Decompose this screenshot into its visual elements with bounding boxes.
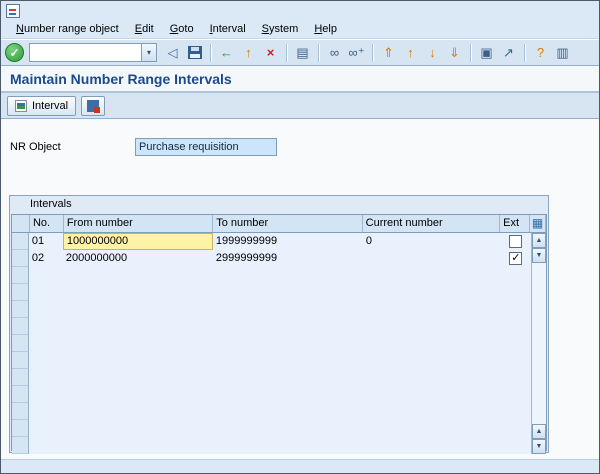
menu-system[interactable]: System	[255, 22, 306, 37]
cell-current-number[interactable]: 0	[363, 233, 501, 250]
system-icon-row	[1, 1, 599, 21]
cell-no[interactable]: 01	[29, 233, 63, 250]
help-icon[interactable]: ?	[530, 42, 551, 63]
ext-checkbox[interactable]	[509, 235, 522, 248]
enter-icon[interactable]: ✓	[5, 43, 24, 62]
standard-toolbar: ✓ ▾ ◁ ← ↑ × ▤ ∞ ∞⁺ ⇑ ↑ ↓ ⇓ ▣ ↗ ? ▥	[1, 39, 599, 66]
table-row: 01 1000000000 1999999999 0	[29, 233, 531, 250]
command-input[interactable]	[30, 44, 141, 61]
intervals-group: Intervals No. From number To number Curr…	[9, 195, 549, 453]
menu-bar: Number range object Edit Goto Interval S…	[1, 21, 599, 39]
last-page-icon[interactable]: ⇓	[444, 42, 465, 63]
header-current-number[interactable]: Current number	[363, 215, 500, 232]
row-selector[interactable]	[12, 437, 29, 454]
create-shortcut-icon[interactable]: ↗	[498, 42, 519, 63]
row-selector[interactable]	[12, 284, 29, 301]
intervals-table: No. From number To number Current number…	[11, 214, 547, 451]
row-selector[interactable]	[12, 420, 29, 437]
command-field: ▾	[29, 43, 157, 62]
table-body: 01 1000000000 1999999999 0 02 2000000000…	[12, 233, 546, 454]
toolbar-separator	[372, 44, 373, 62]
next-page-icon[interactable]: ↓	[422, 42, 443, 63]
interval-button-label: Interval	[32, 100, 68, 112]
row-selector[interactable]	[12, 233, 29, 250]
toolbar-separator	[210, 44, 211, 62]
cell-from-number[interactable]: 2000000000	[63, 250, 213, 267]
cell-ext: ✓	[501, 250, 531, 267]
row-selector[interactable]	[12, 403, 29, 420]
grid-icon: ▦	[530, 215, 545, 232]
header-from-number[interactable]: From number	[64, 215, 213, 232]
new-session-icon[interactable]: ▣	[476, 42, 497, 63]
row-selector-column	[12, 233, 29, 454]
display-change-icon	[87, 100, 99, 112]
table-header-row: No. From number To number Current number…	[12, 215, 546, 233]
find-icon[interactable]: ∞	[324, 42, 345, 63]
scroll-up-icon[interactable]: ▲	[532, 233, 546, 248]
cell-to-number[interactable]: 2999999999	[213, 250, 363, 267]
floppy-disk-icon	[188, 46, 202, 59]
row-selector[interactable]	[12, 335, 29, 352]
nr-object-label: NR Object	[10, 141, 61, 153]
save-icon[interactable]	[184, 42, 205, 63]
row-selector[interactable]	[12, 250, 29, 267]
toolbar-separator	[286, 44, 287, 62]
scroll-down-icon[interactable]: ▼	[532, 248, 546, 263]
row-selector[interactable]	[12, 301, 29, 318]
previous-page-icon[interactable]: ↑	[400, 42, 421, 63]
first-page-icon[interactable]: ⇑	[378, 42, 399, 63]
display-change-button[interactable]	[81, 96, 105, 116]
row-selector[interactable]	[12, 352, 29, 369]
menu-number-range-object[interactable]: Number range object	[9, 22, 126, 37]
find-next-icon[interactable]: ∞⁺	[346, 42, 367, 63]
header-selector	[12, 215, 30, 232]
row-selector[interactable]	[12, 318, 29, 335]
table-rows-area: 01 1000000000 1999999999 0 02 2000000000…	[29, 233, 531, 454]
cell-to-number[interactable]: 1999999999	[213, 233, 363, 250]
sap-window: Number range object Edit Goto Interval S…	[0, 0, 600, 474]
command-dropdown-icon[interactable]: ▾	[141, 44, 156, 61]
cell-current-number[interactable]	[363, 250, 501, 267]
command-collapse-icon[interactable]: ◁	[162, 42, 183, 63]
interval-button[interactable]: Interval	[7, 96, 76, 116]
interval-button-icon	[15, 100, 27, 112]
row-selector[interactable]	[12, 386, 29, 403]
cell-no[interactable]: 02	[29, 250, 63, 267]
scrollbar-track[interactable]	[532, 263, 546, 424]
toolbar-separator	[524, 44, 525, 62]
toolbar-separator	[318, 44, 319, 62]
menu-help[interactable]: Help	[307, 22, 344, 37]
cell-ext	[501, 233, 531, 250]
menu-edit[interactable]: Edit	[128, 22, 161, 37]
exit-icon[interactable]: ↑	[238, 42, 259, 63]
menu-interval[interactable]: Interval	[203, 22, 253, 37]
menu-goto[interactable]: Goto	[163, 22, 201, 37]
main-content: NR Object Purchase requisition Intervals…	[1, 119, 599, 459]
ext-checkbox[interactable]: ✓	[509, 252, 522, 265]
application-toolbar: Interval	[1, 93, 599, 119]
cell-from-number[interactable]: 1000000000	[63, 233, 213, 250]
print-icon[interactable]: ▤	[292, 42, 313, 63]
header-ext[interactable]: Ext	[500, 215, 530, 232]
row-selector[interactable]	[12, 267, 29, 284]
page-title: Maintain Number Range Intervals	[10, 71, 232, 87]
sap-system-menu-icon[interactable]	[6, 4, 20, 18]
toolbar-separator	[470, 44, 471, 62]
scroll-up-icon[interactable]: ▲	[532, 424, 546, 439]
intervals-group-title: Intervals	[10, 196, 548, 213]
header-to-number[interactable]: To number	[213, 215, 362, 232]
nr-object-field[interactable]: Purchase requisition	[135, 138, 277, 156]
table-configuration-button[interactable]: ▦	[530, 215, 546, 232]
customize-layout-icon[interactable]: ▥	[552, 42, 573, 63]
status-bar	[1, 459, 599, 473]
header-no[interactable]: No.	[30, 215, 64, 232]
cancel-icon[interactable]: ×	[260, 42, 281, 63]
title-bar: Maintain Number Range Intervals	[1, 66, 599, 93]
table-row: 02 2000000000 2999999999 ✓	[29, 250, 531, 267]
row-selector[interactable]	[12, 369, 29, 386]
scroll-down-icon[interactable]: ▼	[532, 439, 546, 454]
back-icon[interactable]: ←	[216, 42, 237, 63]
vertical-scrollbar: ▲ ▼ ▲ ▼	[531, 233, 546, 454]
